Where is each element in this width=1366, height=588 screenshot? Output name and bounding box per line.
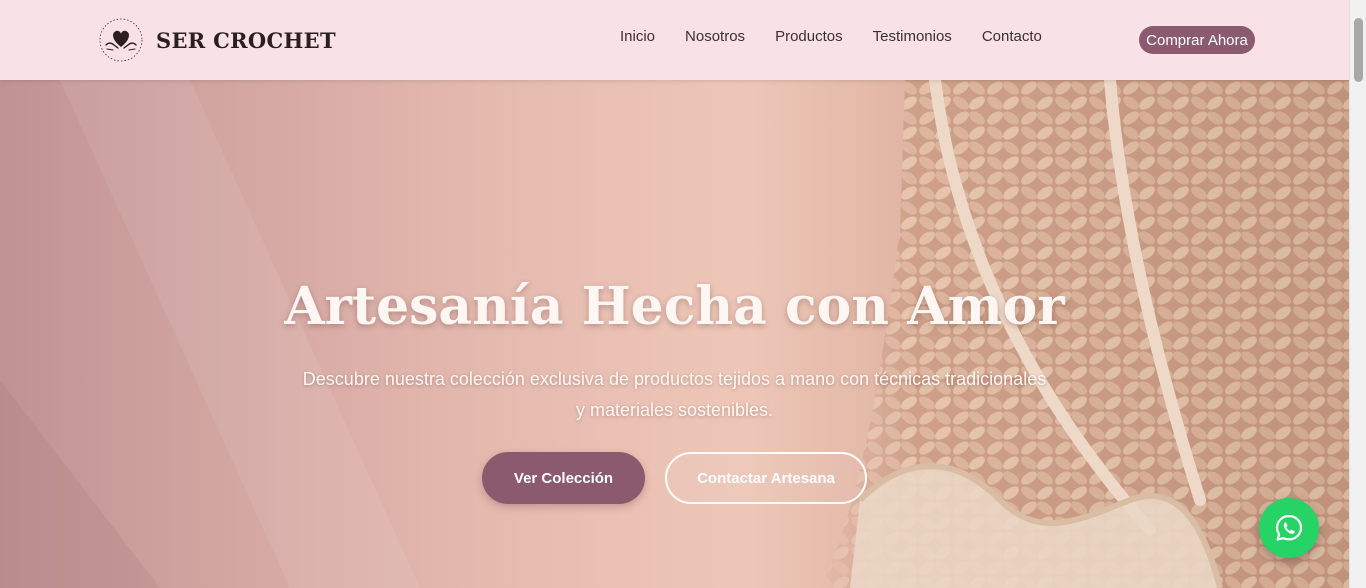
scrollbar-thumb[interactable] bbox=[1354, 18, 1363, 82]
hero-subtitle: Descubre nuestra colección exclusiva de … bbox=[302, 369, 1047, 420]
heart-hands-logo-icon bbox=[99, 18, 143, 62]
page: SER CROCHET Inicio Nosotros Productos Te… bbox=[0, 0, 1366, 588]
nav-item-productos[interactable]: Productos bbox=[775, 28, 843, 45]
hero-section: Artesanía Hecha con Amor Descubre nuestr… bbox=[0, 80, 1349, 588]
buy-now-button[interactable]: Comprar Ahora bbox=[1139, 26, 1255, 54]
nav-item-inicio[interactable]: Inicio bbox=[620, 28, 655, 45]
brand-name: SER CROCHET bbox=[156, 27, 336, 53]
nav-item-contacto[interactable]: Contacto bbox=[982, 28, 1042, 45]
main-nav: Inicio Nosotros Productos Testimonios Co… bbox=[620, 28, 1042, 45]
site-header: SER CROCHET Inicio Nosotros Productos Te… bbox=[0, 0, 1349, 80]
whatsapp-icon bbox=[1275, 514, 1303, 541]
nav-item-nosotros[interactable]: Nosotros bbox=[685, 28, 745, 45]
hero-title: Artesanía Hecha con Amor bbox=[284, 276, 1065, 337]
view-collection-button[interactable]: Ver Colección bbox=[482, 452, 645, 504]
nav-item-testimonios[interactable]: Testimonios bbox=[873, 28, 952, 45]
page-scrollbar[interactable] bbox=[1349, 0, 1366, 588]
contact-artisan-button[interactable]: Contactar Artesana bbox=[665, 452, 867, 504]
brand[interactable]: SER CROCHET bbox=[98, 16, 336, 64]
whatsapp-button[interactable] bbox=[1259, 498, 1319, 558]
